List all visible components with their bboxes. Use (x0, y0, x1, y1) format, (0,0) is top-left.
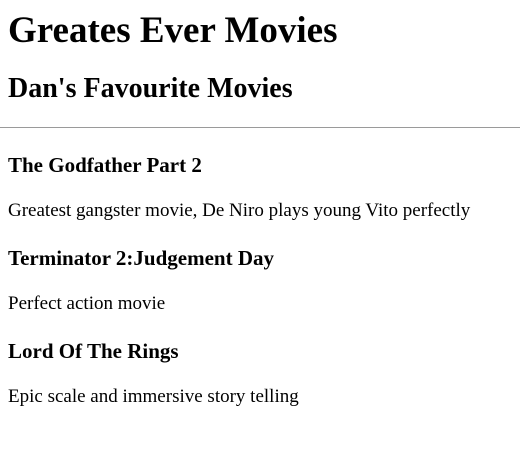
movie-item-terminator-2: Terminator 2:Judgement Day Perfect actio… (8, 245, 520, 315)
movie-description: Perfect action movie (8, 293, 166, 314)
movie-item-lord-of-the-rings: Lord Of The Rings Epic scale and immersi… (8, 338, 520, 408)
movie-description: Epic scale and immersive story telling (8, 386, 299, 407)
movie-list: The Godfather Part 2 Greatest gangster m… (8, 152, 520, 408)
movie-title: Terminator 2:Judgement Day (8, 246, 274, 270)
page-subtitle: Dan's Favourite Movies (8, 73, 293, 104)
movie-item-godfather-part-2: The Godfather Part 2 Greatest gangster m… (8, 152, 520, 222)
page-content: Greates Ever Movies Dan's Favourite Movi… (0, 0, 520, 408)
movie-description: Greatest gangster movie, De Niro plays y… (8, 200, 471, 221)
movie-title: The Godfather Part 2 (8, 153, 202, 177)
movie-title: Lord Of The Rings (8, 339, 179, 363)
section-divider (0, 127, 520, 128)
page-title: Greates Ever Movies (8, 10, 338, 51)
